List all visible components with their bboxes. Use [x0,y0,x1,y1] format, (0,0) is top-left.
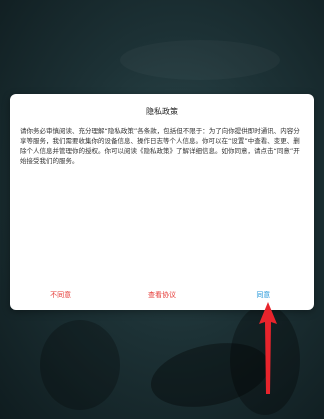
privacy-policy-dialog: 隐私政策 请你务必审慎阅读、充分理解“隐私政策”各条款，包括但不限于：为了向你提… [10,94,314,310]
view-policy-button[interactable]: 查看协议 [111,290,212,300]
background-shape [120,40,280,80]
disagree-button[interactable]: 不同意 [10,290,111,300]
dialog-title: 隐私政策 [146,107,178,116]
background-shape [40,320,120,410]
agree-button[interactable]: 同意 [213,290,314,300]
app-screen: 隐私政策 请你务必审慎阅读、充分理解“隐私政策”各条款，包括但不限于：为了向你提… [0,0,324,419]
red-arrow-up-icon [259,302,277,394]
dialog-body-text: 请你务必审慎阅读、充分理解“隐私政策”各条款，包括但不限于：为了向你提供即时通讯… [20,127,300,165]
